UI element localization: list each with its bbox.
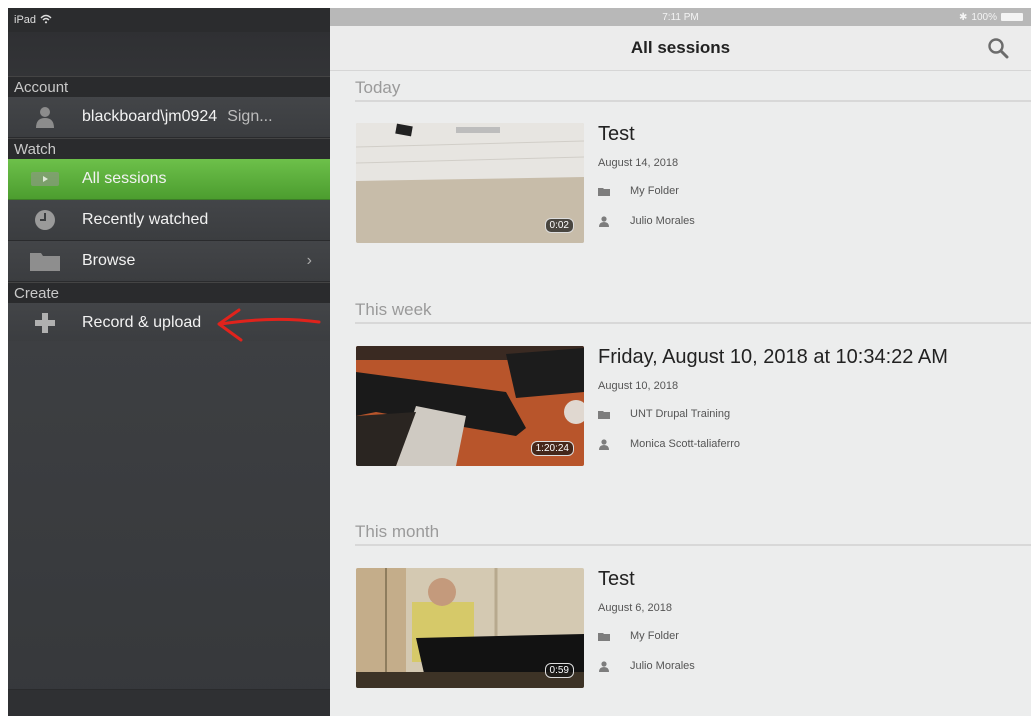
session-folder-name: UNT Drupal Training bbox=[630, 408, 731, 420]
user-icon bbox=[30, 107, 60, 128]
session-folder: UNT Drupal Training bbox=[598, 408, 730, 420]
group-header-this-month: This month bbox=[355, 522, 1031, 546]
session-item[interactable]: 0:02 Test August 14, 2018 My Folder Juli… bbox=[356, 123, 1030, 245]
sidebar-spacer bbox=[8, 32, 330, 76]
group-header-today: Today bbox=[355, 78, 1031, 102]
session-folder: My Folder bbox=[598, 185, 679, 197]
chevron-right-icon: › bbox=[306, 252, 312, 269]
page-title: All sessions bbox=[630, 38, 731, 57]
session-owner: Julio Morales bbox=[598, 660, 695, 672]
sidebar-item-recently-watched[interactable]: Recently watched bbox=[8, 200, 330, 241]
session-folder: My Folder bbox=[598, 630, 679, 642]
sidebar-item-label: All sessions bbox=[82, 170, 167, 187]
session-owner-name: Julio Morales bbox=[630, 660, 695, 672]
session-title: Test bbox=[598, 123, 635, 145]
session-thumbnail[interactable]: 0:59 bbox=[356, 568, 584, 688]
device-name: iPad bbox=[14, 14, 37, 26]
duration-badge: 1:20:24 bbox=[530, 441, 574, 456]
sidebar-item-label: Recently watched bbox=[82, 211, 209, 228]
session-folder-name: My Folder bbox=[630, 630, 679, 642]
section-watch: Watch bbox=[8, 138, 330, 159]
session-owner-name: Monica Scott-taliaferro bbox=[630, 438, 741, 450]
folder-icon bbox=[598, 631, 610, 641]
sidebar: iPad Account blackboard\jm0924 Sign... W… bbox=[8, 8, 330, 716]
session-owner: Monica Scott-taliaferro bbox=[598, 438, 740, 450]
sidebar-item-all-sessions[interactable]: All sessions bbox=[8, 159, 330, 200]
bluetooth-icon: ✱ bbox=[959, 11, 968, 23]
search-icon[interactable] bbox=[987, 37, 1009, 64]
user-icon bbox=[598, 215, 610, 227]
sidebar-empty-area bbox=[8, 341, 330, 716]
session-owner-name: Julio Morales bbox=[630, 215, 695, 227]
battery-percent: 100% bbox=[971, 11, 997, 23]
session-thumbnail[interactable]: 0:02 bbox=[356, 123, 584, 243]
session-owner: Julio Morales bbox=[598, 215, 695, 227]
folder-icon bbox=[598, 409, 610, 419]
folder-icon bbox=[30, 251, 60, 271]
video-icon bbox=[30, 169, 60, 189]
sidebar-item-label: Record & upload bbox=[82, 314, 202, 331]
nav-bar: All sessions bbox=[330, 26, 1031, 71]
status-time: 7:11 PM bbox=[662, 11, 699, 23]
device-status-bar: iPad bbox=[8, 8, 330, 32]
group-header-this-week: This week bbox=[355, 300, 1031, 324]
session-title: Friday, August 10, 2018 at 10:34:22 AM bbox=[598, 346, 948, 368]
session-folder-name: My Folder bbox=[630, 185, 679, 197]
account-item[interactable]: blackboard\jm0924 Sign... bbox=[8, 97, 330, 138]
session-item[interactable]: 1:20:24 Friday, August 10, 2018 at 10:34… bbox=[356, 346, 1030, 468]
sidebar-item-label: Browse bbox=[82, 252, 136, 269]
session-thumbnail[interactable]: 1:20:24 bbox=[356, 346, 584, 466]
duration-badge: 0:02 bbox=[544, 218, 574, 233]
user-icon bbox=[598, 438, 610, 450]
plus-icon bbox=[30, 313, 60, 333]
session-date: August 6, 2018 bbox=[598, 602, 673, 614]
status-bar: 7:11 PM ✱ 100% bbox=[330, 8, 1031, 26]
session-title: Test bbox=[598, 568, 635, 590]
annotation-arrow-icon bbox=[217, 308, 321, 342]
session-date: August 10, 2018 bbox=[598, 380, 679, 392]
session-item[interactable]: 0:59 Test August 6, 2018 My Folder Julio… bbox=[356, 568, 1030, 690]
wifi-icon bbox=[40, 14, 52, 27]
folder-icon bbox=[598, 186, 610, 196]
clock-icon bbox=[30, 210, 60, 230]
main-content: 7:11 PM ✱ 100% All sessions Today 0:02 T… bbox=[330, 8, 1031, 716]
sign-out-link[interactable]: Sign... bbox=[227, 108, 272, 126]
duration-badge: 0:59 bbox=[544, 663, 574, 678]
session-date: August 14, 2018 bbox=[598, 157, 679, 169]
account-username: blackboard\jm0924 bbox=[82, 108, 218, 125]
section-create: Create bbox=[8, 282, 330, 303]
section-account: Account bbox=[8, 76, 330, 97]
sidebar-footer bbox=[8, 689, 330, 716]
sidebar-item-browse[interactable]: Browse › bbox=[8, 241, 330, 282]
user-icon bbox=[598, 660, 610, 672]
battery-icon bbox=[1001, 13, 1023, 21]
